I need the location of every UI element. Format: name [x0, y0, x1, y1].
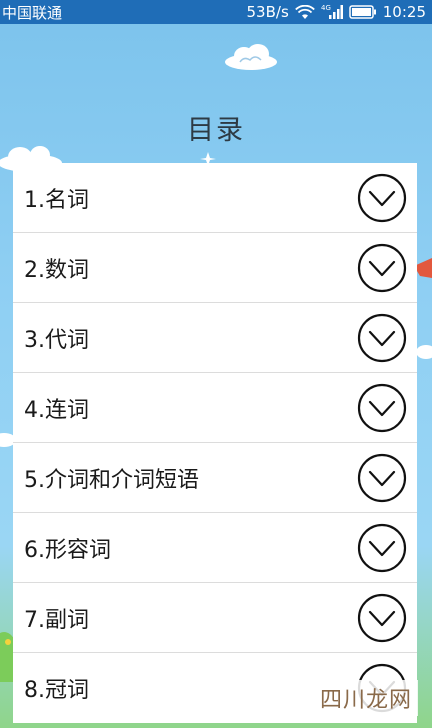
- list-item-label: 4.连词: [24, 397, 89, 423]
- page-title: 目录: [187, 115, 245, 146]
- chevron-down-icon[interactable]: [357, 173, 407, 223]
- cloud-icon: [225, 44, 277, 70]
- toc-list: 1.名词 2.数词 3.代词 4.连词 5.介词和介词短语 6.形容词 7.副词…: [13, 163, 417, 723]
- status-indicators: 53B/s 4G 10:25: [247, 3, 426, 21]
- list-item-label: 6.形容词: [24, 537, 111, 563]
- cellular-signal-icon: 4G: [321, 4, 343, 20]
- chevron-down-icon[interactable]: [357, 593, 407, 643]
- list-item-label: 3.代词: [24, 327, 89, 353]
- list-item[interactable]: 7.副词: [13, 583, 417, 653]
- watermark: 四川龙网: [313, 680, 418, 716]
- network-speed: 53B/s: [246, 3, 289, 21]
- chevron-down-icon[interactable]: [357, 453, 407, 503]
- battery-icon: [349, 5, 377, 19]
- chevron-down-icon[interactable]: [357, 523, 407, 573]
- list-item[interactable]: 2.数词: [13, 233, 417, 303]
- list-item-label: 5.介词和介词短语: [24, 467, 199, 493]
- status-bar: 中国联通 53B/s 4G 10:25: [0, 0, 432, 24]
- chevron-down-icon[interactable]: [357, 313, 407, 363]
- list-item[interactable]: 3.代词: [13, 303, 417, 373]
- wifi-icon: [294, 4, 315, 20]
- list-item-label: 8.冠词: [24, 678, 89, 703]
- list-item-label: 7.副词: [24, 607, 89, 633]
- carrier-label: 中国联通: [2, 3, 63, 22]
- list-item[interactable]: 5.介词和介词短语: [13, 443, 417, 513]
- chevron-down-icon[interactable]: [357, 383, 407, 433]
- list-item[interactable]: 6.形容词: [13, 513, 417, 583]
- list-item[interactable]: 4.连词: [13, 373, 417, 443]
- list-item-label: 2.数词: [24, 257, 89, 283]
- chevron-down-icon[interactable]: [357, 243, 407, 293]
- list-item[interactable]: 1.名词: [13, 163, 417, 233]
- list-item-label: 1.名词: [24, 187, 89, 213]
- signal-type-label: 4G: [321, 4, 331, 12]
- clock: 10:25: [382, 3, 426, 21]
